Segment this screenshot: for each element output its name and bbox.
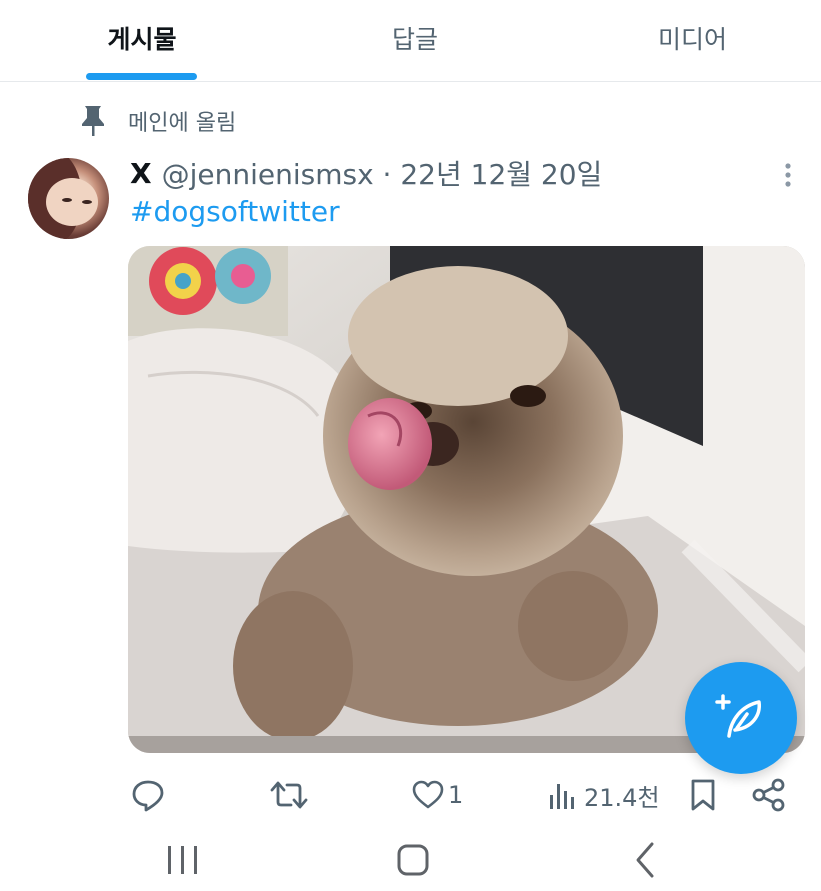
retweet-icon [270,781,308,809]
pin-icon [82,106,104,136]
like-count: 1 [448,781,464,809]
bookmark-icon [691,779,715,811]
like-button[interactable]: 1 [412,774,463,816]
recent-apps-icon[interactable] [165,840,201,880]
reply-icon [132,780,164,812]
heart-icon [412,780,444,809]
tab-posts[interactable]: 게시물 [86,18,198,58]
profile-tabs: 게시물 답글 미디어 [0,0,821,82]
pinned-indicator: 메인에 올림 [80,103,236,139]
views-button[interactable]: 21.4천 [548,774,660,816]
avatar[interactable] [28,158,109,239]
bookmark-button[interactable] [689,774,717,816]
more-options-icon[interactable] [775,160,801,190]
home-icon[interactable] [396,840,430,880]
author-name[interactable]: X [130,157,152,190]
handle-and-date[interactable]: @jennienismsx · 22년 12월 20일 [162,153,603,193]
back-icon[interactable] [632,840,660,880]
system-navigation-bar [0,830,821,891]
views-count: 21.4천 [584,783,660,812]
share-icon [752,778,785,812]
reply-button[interactable] [131,774,165,816]
tab-media[interactable]: 미디어 [625,18,760,58]
share-button[interactable] [752,774,786,816]
compose-icon [715,694,761,738]
views-bar-chart-icon [550,784,574,809]
retweet-button[interactable] [270,774,308,816]
tweet-header: X @jennienismsx · 22년 12월 20일 [130,153,602,193]
active-tab-indicator [86,73,197,80]
compose-button[interactable] [685,662,797,774]
pinned-label: 메인에 올림 [128,111,237,136]
tab-replies[interactable]: 답글 [360,18,470,58]
tweet-actions-bar: 1 21.4천 [0,774,821,816]
tweet-hashtag-link[interactable]: #dogsoftwitter [130,195,340,228]
